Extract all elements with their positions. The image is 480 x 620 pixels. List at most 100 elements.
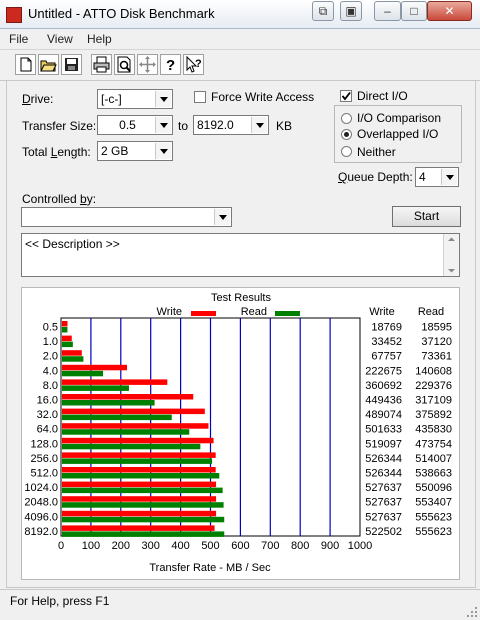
kb-label: KB <box>276 119 293 133</box>
chevron-down-icon[interactable] <box>155 143 171 159</box>
neither-radio[interactable] <box>341 146 352 157</box>
direct-io-label: Direct I/O <box>357 89 408 103</box>
read-bar <box>62 443 201 450</box>
drive-value: [-c-] <box>101 92 122 106</box>
print-icon[interactable] <box>91 54 112 75</box>
help-icon[interactable]: ? <box>160 54 181 75</box>
description-box[interactable]: << Description >> <box>21 233 460 277</box>
write-bar <box>62 321 68 327</box>
snap-window-icon[interactable]: ▣ <box>340 1 362 21</box>
menu-help[interactable]: Help <box>87 32 112 46</box>
transfer-size-from-select[interactable]: 0.5 <box>97 115 173 135</box>
read-bar <box>62 385 129 391</box>
read-bar <box>62 414 172 421</box>
drive-select[interactable]: [-c-] <box>97 89 173 109</box>
menu-bar: File View Help <box>0 29 480 49</box>
force-write-checkbox[interactable] <box>194 91 206 103</box>
test-results-panel: Test Results Write Read Write Read 0.5 1.… <box>21 287 460 580</box>
write-value: 489074 <box>365 409 402 421</box>
write-bar <box>62 437 214 444</box>
read-bar <box>62 429 190 435</box>
controlled-by-label: Controlled by: <box>22 192 97 206</box>
total-length-select[interactable]: 2 GB <box>97 141 173 161</box>
chevron-down-icon[interactable] <box>441 169 457 185</box>
total-length-label: Total Length: <box>22 145 91 159</box>
menu-file[interactable]: File <box>9 32 28 46</box>
restore-window-icon[interactable]: ⧉ <box>312 1 334 21</box>
write-value: 449436 <box>365 395 402 407</box>
context-help-icon[interactable]: ? <box>183 54 204 75</box>
write-value: 527637 <box>365 482 402 494</box>
status-bar: For Help, press F1 <box>0 589 480 620</box>
y-tick-label: 8.0 <box>43 380 58 392</box>
move-icon[interactable] <box>137 54 158 75</box>
y-tick-label: 32.0 <box>37 409 58 421</box>
write-value: 522502 <box>365 526 402 538</box>
read-value: 73361 <box>421 351 452 363</box>
legend-write-label: Write <box>157 306 182 318</box>
col-read-header: Read <box>418 306 444 318</box>
status-text: For Help, press F1 <box>10 594 110 608</box>
y-tick-label: 64.0 <box>37 424 58 436</box>
write-value: 526344 <box>365 453 402 465</box>
y-tick-label: 0.5 <box>43 322 58 334</box>
read-value: 538663 <box>415 468 452 480</box>
app-icon <box>6 7 22 23</box>
read-value: 473754 <box>415 438 452 450</box>
queue-depth-select[interactable]: 4 <box>415 167 459 187</box>
write-bar <box>62 467 216 473</box>
read-value: 140608 <box>415 365 452 377</box>
read-bar <box>62 400 155 406</box>
write-bar <box>62 481 217 488</box>
io-comparison-radio[interactable] <box>341 113 352 124</box>
write-bar <box>62 335 72 342</box>
save-icon[interactable] <box>61 54 82 75</box>
write-bar <box>62 394 194 400</box>
new-file-icon[interactable] <box>15 54 36 75</box>
x-tick-label: 400 <box>171 540 189 552</box>
drive-label: Drive: <box>22 92 54 106</box>
chevron-down-icon[interactable] <box>155 117 171 133</box>
y-tick-label: 512.0 <box>30 468 58 480</box>
direct-io-checkbox[interactable] <box>340 90 352 102</box>
x-tick-label: 800 <box>291 540 309 552</box>
write-bar <box>62 452 216 458</box>
chevron-down-icon[interactable] <box>155 91 171 107</box>
write-value: 527637 <box>365 497 402 509</box>
read-value: 37120 <box>421 336 452 348</box>
write-value: 527637 <box>365 511 402 523</box>
svg-text:?: ? <box>195 58 202 70</box>
minimize-button[interactable]: – <box>374 1 401 21</box>
maximize-button[interactable]: □ <box>401 1 427 21</box>
results-chart: Test Results Write Read Write Read 0.5 1.… <box>24 292 452 574</box>
controlled-by-select[interactable] <box>21 207 232 227</box>
io-comparison-label: I/O Comparison <box>357 111 442 125</box>
start-button[interactable]: Start <box>392 206 461 227</box>
chevron-down-icon[interactable] <box>251 117 267 133</box>
read-bar <box>62 516 225 523</box>
chevron-down-icon[interactable] <box>214 209 230 225</box>
x-tick-label: 0 <box>58 540 64 552</box>
y-tick-label: 128.0 <box>30 438 58 450</box>
y-tick-label: 4096.0 <box>24 511 58 523</box>
open-folder-icon[interactable] <box>38 54 59 75</box>
read-value: 555623 <box>415 526 452 538</box>
overlapped-io-label: Overlapped I/O <box>357 127 439 141</box>
neither-label: Neither <box>357 145 396 159</box>
total-length-value: 2 GB <box>101 144 129 158</box>
write-bar <box>62 510 217 517</box>
menu-view[interactable]: View <box>47 32 73 46</box>
resize-grip-icon[interactable] <box>466 606 478 618</box>
transfer-size-label: Transfer Size: <box>22 119 97 133</box>
read-bar <box>62 356 84 362</box>
print-preview-icon[interactable] <box>114 54 135 75</box>
x-tick-label: 300 <box>142 540 160 552</box>
write-value: 18769 <box>371 322 402 334</box>
close-button[interactable]: ✕ <box>427 1 472 21</box>
transfer-size-to-select[interactable]: 8192.0 <box>193 115 269 135</box>
read-bar <box>62 531 225 537</box>
description-scrollbar[interactable] <box>443 234 459 276</box>
scroll-arrows-icon <box>448 237 455 273</box>
overlapped-io-radio[interactable] <box>341 129 352 140</box>
read-value: 435830 <box>415 424 452 436</box>
